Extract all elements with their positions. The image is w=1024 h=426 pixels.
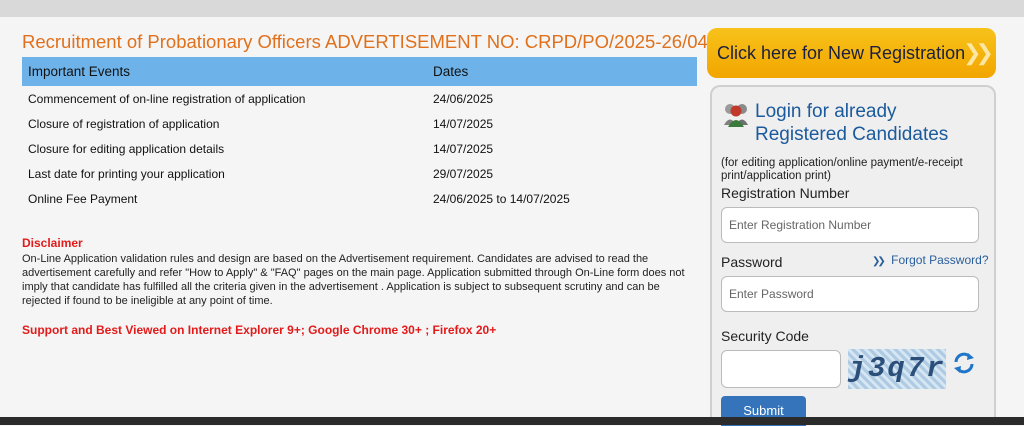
security-code-input[interactable] xyxy=(721,350,841,388)
login-title: Login for already Registered Candidates xyxy=(755,100,990,146)
browser-support-note: Support and Best Viewed on Internet Expl… xyxy=(22,323,497,337)
bottom-bar xyxy=(0,417,1024,425)
table-header-row: Important Events Dates xyxy=(22,57,697,86)
top-bar xyxy=(0,0,1024,17)
password-label: Password xyxy=(721,254,783,270)
password-input[interactable] xyxy=(721,276,979,312)
new-registration-label: Click here for New Registration xyxy=(717,43,966,63)
refresh-icon[interactable] xyxy=(952,351,976,375)
column-header-dates: Dates xyxy=(427,57,697,86)
page-title: Recruitment of Probationary Officers ADV… xyxy=(22,31,708,52)
event-date: 14/07/2025 xyxy=(433,116,494,131)
login-note: (for editing application/online payment/… xyxy=(721,157,963,182)
event-name: Closure for editing application details xyxy=(28,141,225,156)
event-date: 24/06/2025 to 14/07/2025 xyxy=(433,191,570,206)
disclaimer-section: Disclaimer On-Line Application validatio… xyxy=(22,236,687,308)
security-code-label: Security Code xyxy=(721,328,809,344)
captcha-image: j3q7r xyxy=(848,349,946,389)
login-title-line1: Login for already xyxy=(755,101,897,122)
new-registration-button[interactable]: Click here for New Registration ❯❯ xyxy=(707,28,996,78)
double-chevron-right-icon: ❯❯ xyxy=(963,40,994,65)
login-panel: Login for already Registered Candidates … xyxy=(710,85,996,426)
table-row: Closure of registration of application 1… xyxy=(22,111,697,136)
forgot-password-label: Forgot Password? xyxy=(891,253,989,267)
registration-number-input[interactable] xyxy=(721,207,979,243)
registration-number-label: Registration Number xyxy=(721,185,850,201)
important-events-table: Important Events Dates Commencement of o… xyxy=(22,57,697,211)
event-name: Closure of registration of application xyxy=(28,116,220,131)
event-date: 14/07/2025 xyxy=(433,141,494,156)
disclaimer-title: Disclaimer xyxy=(22,236,83,250)
login-title-line2: Registered Candidates xyxy=(755,124,949,145)
users-icon xyxy=(724,104,748,127)
table-row: Online Fee Payment 24/06/2025 to 14/07/2… xyxy=(22,186,697,211)
event-name: Online Fee Payment xyxy=(28,191,138,206)
forgot-password-link[interactable]: ❯❯ Forgot Password? xyxy=(872,253,989,267)
column-header-events: Important Events xyxy=(22,57,427,86)
table-row: Commencement of on-line registration of … xyxy=(22,86,697,111)
disclaimer-text: On-Line Application validation rules and… xyxy=(22,253,685,307)
event-date: 24/06/2025 xyxy=(433,91,494,106)
event-name: Last date for printing your application xyxy=(28,166,225,181)
table-row: Closure for editing application details … xyxy=(22,136,697,161)
event-date: 29/07/2025 xyxy=(433,166,494,181)
table-row: Last date for printing your application … xyxy=(22,161,697,186)
double-chevron-right-icon: ❯❯ xyxy=(872,256,886,267)
event-name: Commencement of on-line registration of … xyxy=(28,91,306,106)
